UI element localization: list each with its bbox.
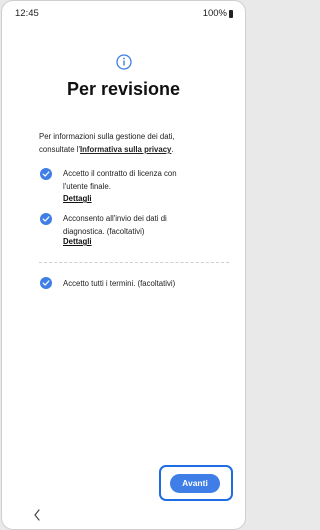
check-icon bbox=[42, 171, 50, 177]
info-icon bbox=[116, 54, 132, 70]
status-time: 12:45 bbox=[15, 8, 39, 19]
battery-percent: 100% bbox=[202, 8, 227, 19]
accept-all-label: Accetto tutti i termini. (facoltativi) bbox=[63, 279, 176, 288]
accept-all-checkbox[interactable] bbox=[40, 277, 52, 289]
eula-details-link[interactable]: Dettagli bbox=[63, 194, 92, 203]
battery-icon bbox=[229, 9, 233, 18]
privacy-intro: Per informazioni sulla gestione dei dati… bbox=[39, 130, 229, 156]
diagnostics-checkbox[interactable] bbox=[40, 213, 52, 225]
battery-indicator: 100% bbox=[203, 8, 233, 19]
diagnostics-details-link[interactable]: Dettagli bbox=[63, 237, 92, 246]
intro-line-1: Per informazioni sulla gestione dei dati… bbox=[39, 132, 175, 141]
check-icon bbox=[42, 280, 50, 286]
intro-prefix: consultate l' bbox=[39, 145, 80, 154]
eula-checkbox[interactable] bbox=[40, 168, 52, 180]
divider bbox=[39, 262, 229, 263]
intro-line-2: consultate l'Informativa sulla privacy. bbox=[39, 143, 229, 156]
diagnostics-label: Acconsento all'invio dei dati di diagnos… bbox=[63, 214, 167, 236]
privacy-policy-link[interactable]: Informativa sulla privacy bbox=[80, 145, 171, 154]
phone-screen: 12:45 100% Per revisione Per informazion… bbox=[1, 0, 246, 530]
intro-suffix: . bbox=[171, 145, 174, 154]
check-icon bbox=[42, 216, 50, 222]
next-button-highlight: Avanti bbox=[159, 465, 233, 501]
page-title: Per revisione bbox=[66, 79, 181, 99]
eula-label: Accetto il contratto di licenza con l'ut… bbox=[63, 169, 177, 191]
next-button[interactable]: Avanti bbox=[170, 474, 220, 493]
back-icon[interactable] bbox=[32, 509, 42, 521]
status-bar: 12:45 100% bbox=[2, 1, 245, 25]
